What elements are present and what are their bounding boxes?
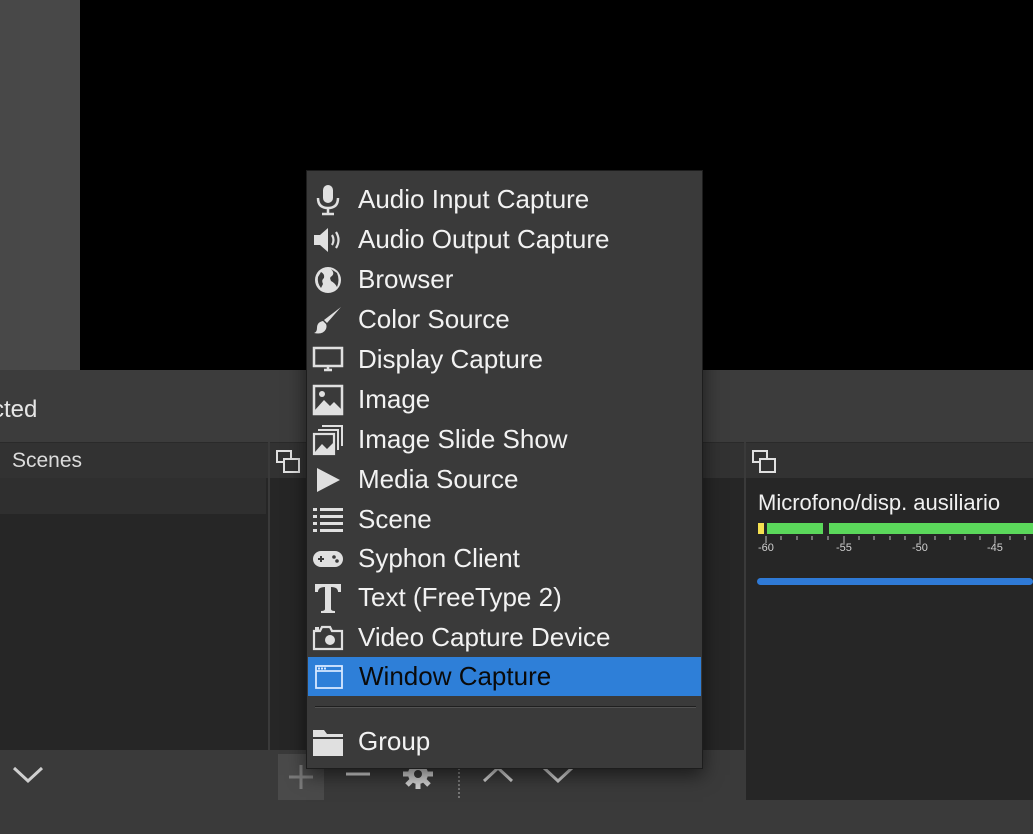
paintbrush-icon (311, 303, 345, 337)
scenes-dock-header: Scenes (0, 442, 268, 479)
folder-icon (311, 725, 345, 759)
menu-item-label: Audio Input Capture (358, 184, 590, 214)
add-source-menu: Audio Input Capture Audio Output Capture… (306, 170, 703, 769)
meter-tick-label: -45 (987, 542, 1003, 554)
meter-tick-label: -50 (912, 542, 928, 554)
menu-item-label: Video Capture Device (358, 622, 611, 652)
meter-tick-label: -55 (836, 542, 852, 554)
list-icon (311, 503, 345, 537)
meter-segment (829, 523, 1033, 534)
menu-item-label: Display Capture (358, 344, 543, 374)
menu-item-label: Color Source (358, 304, 510, 334)
undock-icon (276, 450, 300, 473)
window-icon (312, 660, 346, 694)
mixer-undock-button[interactable] (751, 449, 777, 475)
menu-item-browser[interactable]: Browser (307, 260, 702, 299)
globe-icon (311, 263, 345, 297)
menu-item-group[interactable]: Group (307, 722, 702, 761)
menu-item-image-slide-show[interactable]: Image Slide Show (307, 420, 702, 459)
menu-item-label: Image Slide Show (358, 424, 568, 454)
scenes-dock-title: Scenes (12, 449, 83, 472)
meter-tick-label: -60 (758, 542, 774, 554)
microphone-icon (311, 183, 345, 217)
menu-separator (315, 706, 696, 708)
play-icon (311, 463, 345, 497)
menu-item-window-capture[interactable]: Window Capture (308, 657, 701, 696)
scene-move-down-button[interactable] (8, 754, 48, 794)
speaker-icon (311, 223, 345, 257)
meter-segment (767, 523, 823, 534)
menu-item-label: Media Source (358, 464, 519, 494)
menu-item-color-source[interactable]: Color Source (307, 300, 702, 339)
camera-icon (311, 621, 345, 655)
menu-item-label: Image (358, 384, 431, 414)
menu-item-label: Browser (358, 264, 454, 294)
status-text: cted (0, 396, 38, 423)
menu-item-scene[interactable]: Scene (307, 500, 702, 539)
meter-scale: -60 -55 -50 -45 (758, 536, 1033, 556)
menu-item-audio-input-capture[interactable]: Audio Input Capture (307, 180, 702, 219)
scene-list-item[interactable] (0, 478, 266, 514)
toolbar-separator (458, 768, 462, 798)
menu-item-image[interactable]: Image (307, 380, 702, 419)
mixer-dock-header (746, 442, 1033, 479)
monitor-icon (311, 343, 345, 377)
menu-item-syphon-client[interactable]: Syphon Client (307, 539, 702, 578)
scenes-toolbar (0, 750, 268, 800)
menu-item-label: Window Capture (359, 661, 552, 691)
menu-item-label: Scene (358, 504, 432, 534)
menu-item-label: Audio Output Capture (358, 224, 610, 254)
menu-item-text-freetype2[interactable]: Text (FreeType 2) (307, 578, 702, 617)
menu-item-video-capture-device[interactable]: Video Capture Device (307, 618, 702, 657)
bottom-bar (0, 800, 1033, 834)
undock-icon (752, 450, 776, 473)
menu-item-media-source[interactable]: Media Source (307, 460, 702, 499)
sources-undock-button[interactable] (275, 449, 301, 475)
scenes-list[interactable] (0, 478, 268, 750)
menu-item-audio-output-capture[interactable]: Audio Output Capture (307, 220, 702, 259)
meter-peak (758, 523, 764, 534)
text-icon (311, 581, 345, 615)
gamepad-icon (311, 542, 345, 576)
menu-item-label: Syphon Client (358, 543, 520, 573)
preview-margin (0, 0, 80, 370)
slideshow-icon (311, 423, 345, 457)
menu-item-label: Group (358, 726, 431, 756)
volume-slider[interactable] (757, 578, 1033, 585)
mixer-channel-name: Microfono/disp. ausiliario (758, 490, 1001, 515)
menu-item-label: Text (FreeType 2) (358, 582, 562, 612)
image-icon (311, 383, 345, 417)
move-down-icon (12, 766, 44, 784)
menu-item-display-capture[interactable]: Display Capture (307, 340, 702, 379)
